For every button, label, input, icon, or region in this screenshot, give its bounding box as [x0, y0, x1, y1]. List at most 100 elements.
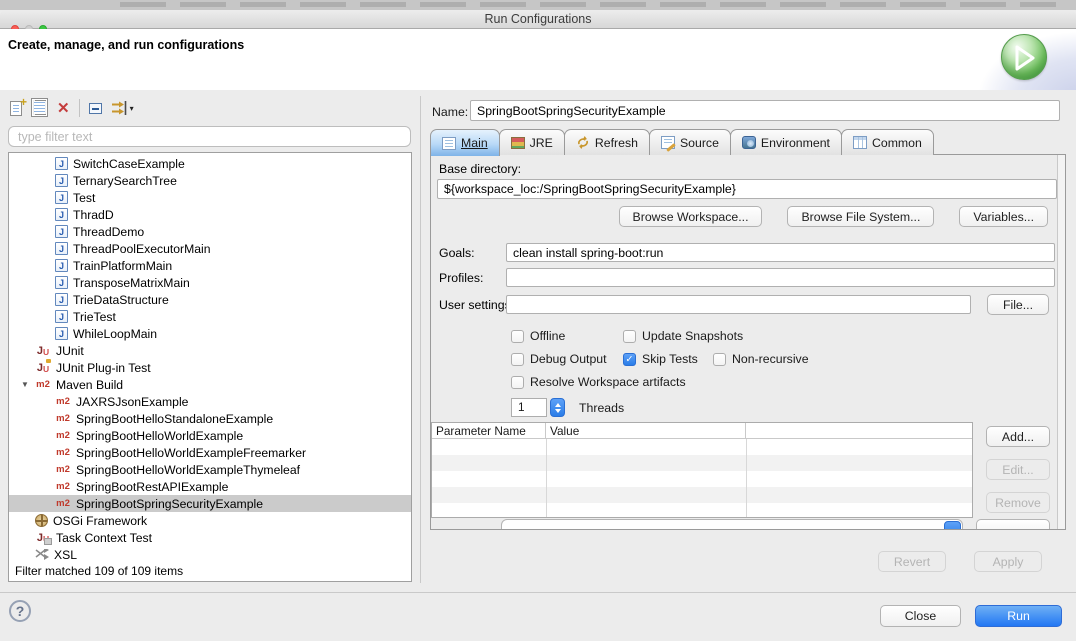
browse-file-system-button[interactable]: Browse File System...	[787, 206, 934, 227]
variables-button[interactable]: Variables...	[959, 206, 1048, 227]
close-button[interactable]: Close	[880, 605, 961, 627]
panel-sash[interactable]	[420, 96, 421, 583]
tree-item-threadpoolexecutormain[interactable]: JThreadPoolExecutorMain	[9, 240, 411, 257]
tab-refresh[interactable]: Refresh	[564, 129, 650, 155]
tab-main[interactable]: Main	[430, 129, 500, 156]
param-table-body[interactable]	[432, 439, 972, 517]
checkbox-box[interactable]: ✓	[623, 353, 636, 366]
checkbox-offline[interactable]: Offline	[511, 329, 623, 343]
checkbox-skip-tests[interactable]: ✓Skip Tests	[623, 352, 713, 366]
browse-workspace-button[interactable]: Browse Workspace...	[619, 206, 763, 227]
parameter-table[interactable]: Parameter NameValue	[431, 422, 973, 518]
column-header-blank[interactable]	[746, 423, 972, 438]
tree-item-trietest[interactable]: JTrieTest	[9, 308, 411, 325]
tab-label: Source	[680, 136, 719, 150]
tree-item-junit-plug-in-test[interactable]: JUJUnit Plug-in Test	[9, 359, 411, 376]
delete-configuration-button[interactable]: ✕	[57, 98, 70, 118]
tree-item-ternarysearchtree[interactable]: JTernarySearchTree	[9, 172, 411, 189]
banner-title: Create, manage, and run configurations	[8, 38, 244, 52]
threads-value-field[interactable]: 1	[511, 398, 547, 417]
duplicate-configuration-button[interactable]	[31, 98, 48, 118]
maven-icon: m2	[55, 430, 71, 441]
tab-label: Environment	[761, 136, 830, 150]
tree-item-label: Maven Build	[56, 378, 123, 392]
refresh-tab-icon	[576, 136, 590, 149]
tree-item-label: SpringBootRestAPIExample	[76, 480, 228, 494]
checkbox-box[interactable]	[511, 376, 524, 389]
tree-item-springboothellostandaloneexample[interactable]: m2SpringBootHelloStandaloneExample	[9, 410, 411, 427]
column-header-value[interactable]: Value	[546, 423, 746, 438]
collapse-all-icon	[89, 103, 102, 114]
run-configurations-dialog: Run Configurations Create, manage, and r…	[0, 0, 1076, 641]
tree-item-label: SpringBootSpringSecurityExample	[76, 497, 263, 511]
checkbox-update-snapshots[interactable]: Update Snapshots	[623, 329, 743, 343]
tree-item-junit[interactable]: JUJUnit	[9, 342, 411, 359]
tree-item-switchcaseexample[interactable]: JSwitchCaseExample	[9, 155, 411, 172]
run-button[interactable]: Run	[975, 605, 1062, 627]
checkbox-label: Non-recursive	[732, 352, 809, 366]
tab-common[interactable]: Common	[841, 129, 934, 155]
tab-environment[interactable]: Environment	[730, 129, 842, 155]
tree-item-label: SpringBootHelloWorldExample	[76, 429, 243, 443]
file-button[interactable]: File...	[987, 294, 1049, 315]
new-configuration-button[interactable]	[10, 98, 22, 118]
tree-item-springboothelloworldexamplethymeleaf[interactable]: m2SpringBootHelloWorldExampleThymeleaf	[9, 461, 411, 478]
column-header-parameter-name[interactable]: Parameter Name	[432, 423, 546, 438]
checkbox-debug-output[interactable]: Debug Output	[511, 352, 623, 366]
checkbox-label: Debug Output	[530, 352, 607, 366]
checkbox-box[interactable]	[511, 330, 524, 343]
base-directory-input[interactable]	[437, 179, 1057, 199]
base-directory-label: Base directory:	[439, 162, 521, 176]
goals-input[interactable]	[506, 243, 1055, 262]
tree-item-springbootrestapiexample[interactable]: m2SpringBootRestAPIExample	[9, 478, 411, 495]
checkbox-resolve-workspace-artifacts[interactable]: Resolve Workspace artifacts	[511, 375, 686, 389]
collapse-all-button[interactable]	[89, 98, 102, 118]
checkbox-non-recursive[interactable]: Non-recursive	[713, 352, 809, 366]
vertical-scrollbar[interactable]	[1057, 155, 1065, 529]
clipped-button[interactable]	[976, 519, 1050, 530]
help-button[interactable]: ?	[9, 600, 31, 622]
tree-item-test[interactable]: JTest	[9, 189, 411, 206]
apply-button: Apply	[974, 551, 1042, 572]
tree-item-xsl[interactable]: XSL	[9, 546, 411, 563]
tree-item-transposematrixmain[interactable]: JTransposeMatrixMain	[9, 274, 411, 291]
tree-item-threaddemo[interactable]: JThreadDemo	[9, 223, 411, 240]
tree-item-thradd[interactable]: JThradD	[9, 206, 411, 223]
dialog-banner: Create, manage, and run configurations	[0, 29, 1076, 90]
tree-item-springbootspringsecurityexample[interactable]: m2SpringBootSpringSecurityExample	[9, 495, 411, 512]
user-settings-input[interactable]	[506, 295, 971, 314]
tree-item-jaxrsjsonexample[interactable]: m2JAXRSJsonExample	[9, 393, 411, 410]
toolbar-separator	[79, 99, 80, 117]
tree-item-label: TrainPlatformMain	[73, 259, 172, 273]
tab-jre[interactable]: JRE	[499, 129, 565, 155]
junit-plugin-icon: JU	[35, 361, 51, 374]
tree-item-task-context-test[interactable]: JUTask Context Test	[9, 529, 411, 546]
filter-configurations-button[interactable]: ▾	[111, 98, 134, 118]
expander-icon[interactable]: ▼	[21, 380, 35, 389]
tab-source[interactable]: Source	[649, 129, 731, 155]
filter-input[interactable]	[8, 126, 411, 147]
tree-item-triedatastructure[interactable]: JTrieDataStructure	[9, 291, 411, 308]
source-tab-icon	[661, 136, 675, 149]
profiles-input[interactable]	[506, 268, 1055, 287]
maven-runtime-combo-clipped[interactable]	[501, 519, 963, 530]
tree-item-maven-build[interactable]: ▼m2Maven Build	[9, 376, 411, 393]
checkbox-box[interactable]	[713, 353, 726, 366]
java-application-icon: J	[55, 293, 68, 306]
checkbox-box[interactable]	[623, 330, 636, 343]
tree-item-trainplatformmain[interactable]: JTrainPlatformMain	[9, 257, 411, 274]
maven-icon: m2	[55, 413, 71, 424]
tree-item-springboothelloworldexamplefreemarker[interactable]: m2SpringBootHelloWorldExampleFreemarker	[9, 444, 411, 461]
add-button[interactable]: Add...	[986, 426, 1050, 447]
checkbox-label: Resolve Workspace artifacts	[530, 375, 686, 389]
threads-stepper[interactable]	[550, 398, 565, 417]
tree-item-osgi-framework[interactable]: OSGi Framework	[9, 512, 411, 529]
tree-item-whileloopmain[interactable]: JWhileLoopMain	[9, 325, 411, 342]
junit-icon: JU	[35, 344, 51, 357]
titlebar[interactable]: Run Configurations	[0, 10, 1076, 29]
java-application-icon: J	[55, 225, 68, 238]
checkbox-box[interactable]	[511, 353, 524, 366]
name-input[interactable]	[470, 100, 1060, 121]
tree-item-label: SpringBootHelloWorldExampleFreemarker	[76, 446, 306, 460]
tree-item-springboothelloworldexample[interactable]: m2 SpringBootHelloWorldExample	[9, 427, 411, 444]
